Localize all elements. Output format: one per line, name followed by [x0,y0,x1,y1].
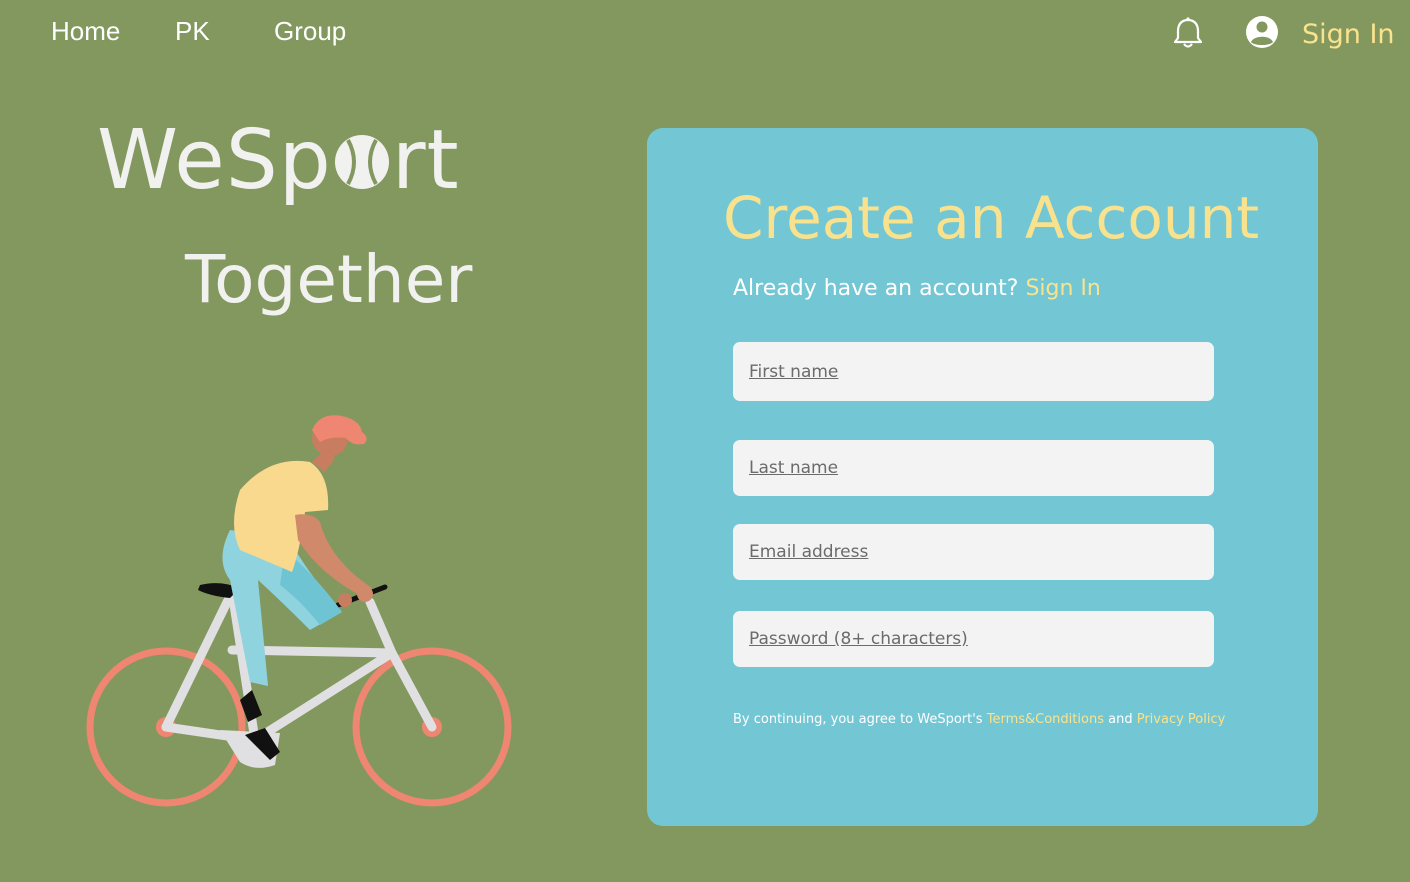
terms-prefix: By continuing, you agree to WeSport's [733,712,983,727]
sign-in-link[interactable]: Sign In [1025,276,1100,301]
bell-icon[interactable] [1170,16,1206,50]
have-account-prompt: Already have an account? Sign In [733,276,1101,301]
have-account-text: Already have an account? [733,276,1019,301]
sign-in-link-header[interactable]: Sign In [1302,19,1395,50]
signup-card: Create an Account Already have an accoun… [647,128,1318,826]
brand-text-start: WeSp [97,113,332,208]
brand-text-end: rt [391,113,460,208]
password-field[interactable]: Password (8+ characters) [733,611,1214,667]
privacy-policy-link[interactable]: Privacy Policy [1137,712,1226,727]
cyclist-illustration [86,415,512,807]
brand-logo: WeSp rt [97,120,460,202]
terms-conditions-link[interactable]: Terms&Conditions [987,712,1104,727]
first-name-field[interactable]: First name [733,342,1214,401]
tagline: Together [185,241,473,318]
nav-pk[interactable]: PK [175,16,210,47]
nav-group[interactable]: Group [274,16,346,47]
nav-home[interactable]: Home [51,16,120,47]
form-title: Create an Account [723,184,1260,252]
email-placeholder: Email address [749,542,869,562]
first-name-placeholder: First name [749,361,839,382]
terms-notice: By continuing, you agree to WeSport's Te… [733,712,1225,727]
tennis-ball-icon [334,135,389,189]
last-name-placeholder: Last name [749,458,839,478]
last-name-field[interactable]: Last name [733,440,1214,496]
email-field[interactable]: Email address [733,524,1214,580]
terms-and: and [1108,712,1133,727]
password-placeholder: Password (8+ characters) [749,629,968,649]
account-circle-icon[interactable] [1244,14,1280,50]
